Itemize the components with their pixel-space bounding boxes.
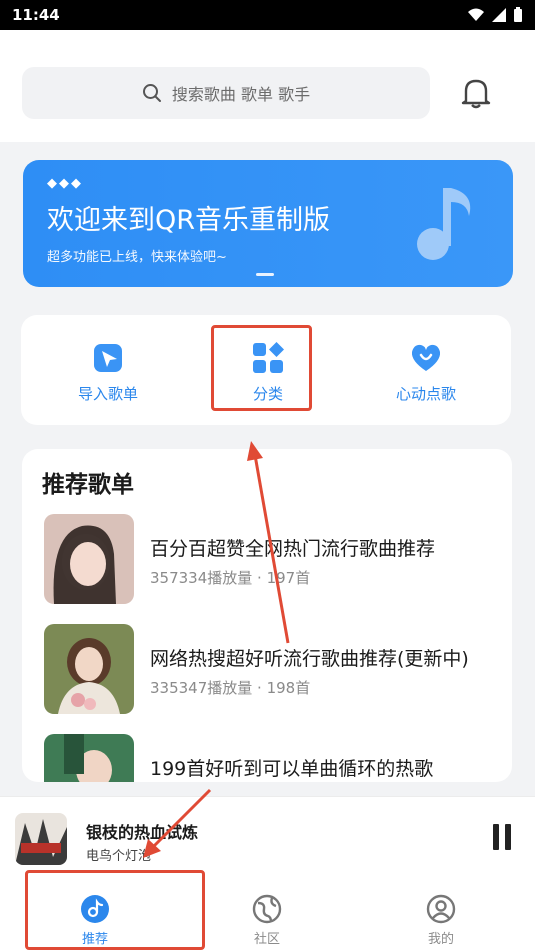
tab-community[interactable]: 社区 [212,880,322,951]
bell-icon[interactable] [459,76,493,110]
search-bar[interactable]: 搜索歌曲 歌单 歌手 [22,67,430,119]
playlist-cover [44,734,134,782]
wifi-icon [468,8,484,21]
tab-mine[interactable]: 我的 [386,880,496,951]
signal-icon [492,8,506,22]
mini-player[interactable]: 银枝的热血试炼 电鸟个灯泡 [0,796,535,883]
pause-icon[interactable] [491,824,513,850]
globe-icon [252,894,282,924]
search-placeholder: 搜索歌曲 歌单 歌手 [171,85,311,104]
status-icons [467,7,523,23]
import-icon [94,344,122,372]
heart-icon [411,344,441,371]
banner-subtitle: 超多功能已上线，快来体验吧~ [47,250,227,265]
banner-dots: ◆◆◆ [47,176,83,191]
tab-label: 我的 [427,932,454,947]
playlist-title: 百分百超赞全网热门流行歌曲推荐 [150,538,436,560]
banner-title: 欢迎来到QR音乐重制版 [47,205,331,236]
quick-action-import[interactable]: 导入歌单 [33,315,183,425]
quick-action-label: 心动点歌 [395,385,456,403]
playlist-item[interactable]: 199首好听到可以单曲循环的热歌 [44,734,504,782]
now-playing-artist: 电鸟个灯泡 [86,849,152,864]
quick-action-label: 导入歌单 [77,385,138,403]
user-icon [426,894,456,924]
battery-icon [514,7,522,22]
quick-action-heart-song[interactable]: 心动点歌 [351,315,501,425]
playlist-item[interactable]: 百分百超赞全网热门流行歌曲推荐 357334播放量 · 197首 [44,514,504,604]
banner-page-indicator [256,273,274,276]
playlist-title: 网络热搜超好听流行歌曲推荐(更新中) [150,648,469,670]
welcome-banner[interactable]: ◆◆◆ 欢迎来到QR音乐重制版 超多功能已上线，快来体验吧~ [23,160,513,287]
annotation-box-recommend-tab [25,870,205,950]
status-bar: 11:44 [0,0,535,30]
annotation-box-category [211,325,312,411]
tab-label: 社区 [253,932,280,947]
playlist-item[interactable]: 网络热搜超好听流行歌曲推荐(更新中) 335347播放量 · 198首 [44,624,504,714]
status-time: 11:44 [12,6,60,24]
playlist-title: 199首好听到可以单曲循环的热歌 [150,758,434,780]
now-playing-title: 银枝的热血试炼 [86,823,199,842]
section-title: 推荐歌单 [42,472,134,498]
playlist-meta: 335347播放量 · 198首 [150,679,311,697]
playlist-cover [44,624,134,714]
music-note-icon [417,188,471,260]
playlist-meta: 357334播放量 · 197首 [150,569,311,587]
header: 搜索歌曲 歌单 歌手 [0,30,535,142]
search-icon [142,84,161,102]
recommended-playlists: 推荐歌单 百分百超赞全网热门流行歌曲推荐 357334播放量 · 197首 网络… [22,449,512,782]
now-playing-cover [15,813,67,865]
playlist-cover [44,514,134,604]
